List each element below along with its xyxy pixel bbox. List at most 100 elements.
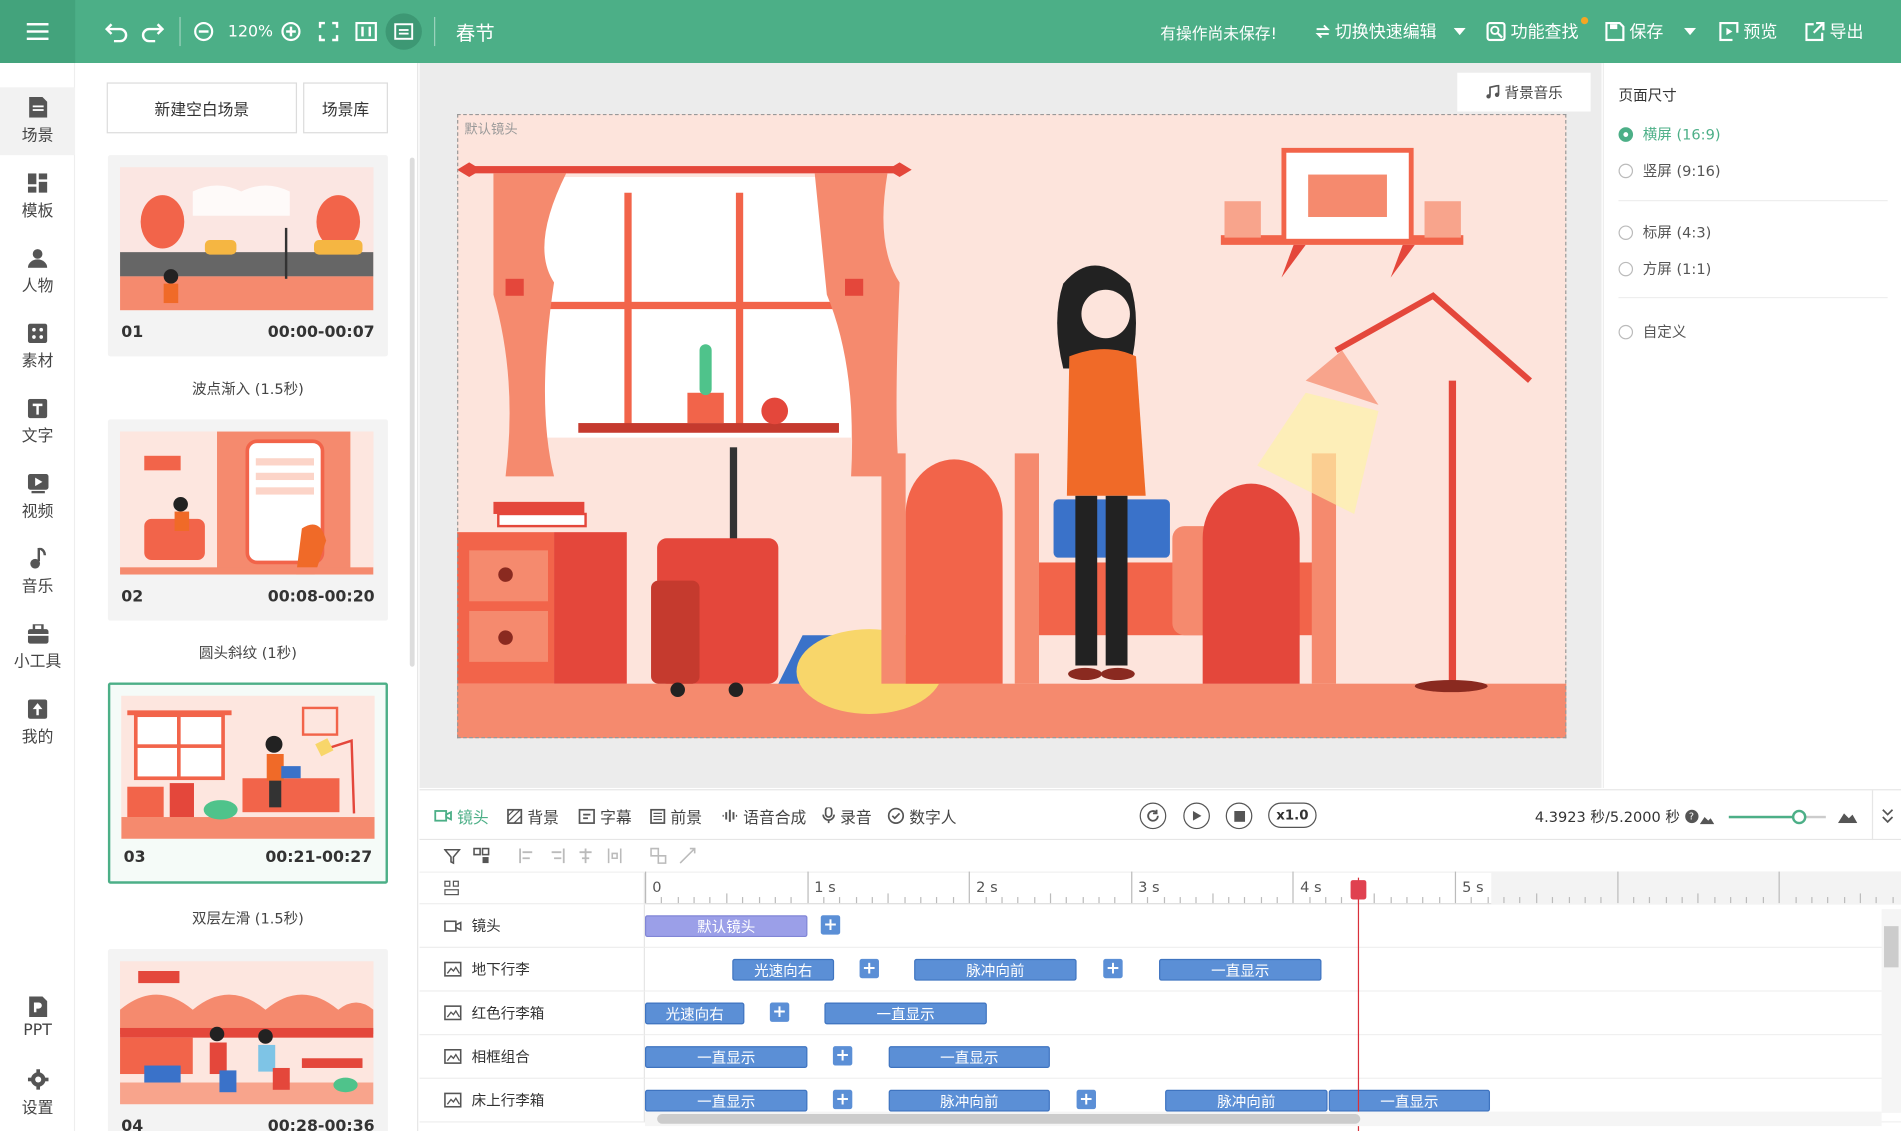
stack-up-icon[interactable]	[650, 847, 667, 864]
scene-card[interactable]: 02 00:08-00:20	[107, 419, 388, 621]
clip-animation[interactable]: 光速向右	[644, 1002, 745, 1025]
add-clip-button[interactable]: +	[1103, 958, 1123, 979]
clip-animation[interactable]: 一直显示	[1328, 1089, 1491, 1112]
playhead-handle[interactable]	[1350, 880, 1367, 900]
actual-size-button[interactable]	[355, 0, 377, 63]
timeline-horizontal-scrollbar[interactable]	[644, 1111, 1882, 1127]
save-dropdown[interactable]	[1683, 0, 1697, 63]
page-size-1-1-radio[interactable]: 方屏 (1:1)	[1618, 258, 1711, 279]
distribute-icon[interactable]	[606, 847, 623, 864]
save-button[interactable]: 保存	[1605, 0, 1663, 63]
zoom-in-timeline-icon[interactable]	[1837, 807, 1858, 828]
nav-item-material[interactable]: 素材	[0, 313, 75, 381]
track-header-lens[interactable]: 镜头	[419, 904, 645, 948]
tab-lens[interactable]: 镜头	[434, 790, 489, 841]
stage[interactable]: 默认镜头	[457, 113, 1567, 739]
new-blank-scene-button[interactable]: 新建空白场景	[106, 82, 298, 134]
quick-edit-switch[interactable]: 切换快速编辑	[1315, 0, 1437, 63]
align-center-icon[interactable]	[577, 847, 594, 864]
nav-item-ppt[interactable]: PPT	[0, 984, 75, 1052]
undo-button[interactable]	[104, 0, 128, 63]
nav-item-scene[interactable]: 场景	[0, 87, 76, 156]
track-header-frame-group[interactable]: 相框组合	[419, 1035, 645, 1079]
help-icon[interactable]: ?	[1684, 809, 1699, 823]
time-ruler[interactable]: 0 1 s 2 s 3 s 4 s 5 s	[644, 871, 1901, 905]
group-icon[interactable]	[473, 847, 490, 864]
menu-button[interactable]	[0, 0, 76, 64]
quick-edit-dropdown[interactable]	[1453, 0, 1466, 63]
stop-button[interactable]	[1225, 802, 1253, 830]
align-left-icon[interactable]	[519, 847, 536, 864]
scene-scrollbar[interactable]	[409, 157, 415, 667]
add-clip-button[interactable]: +	[832, 1089, 853, 1110]
clip-animation[interactable]: 一直显示	[824, 1002, 987, 1025]
add-clip-button[interactable]: +	[832, 1046, 853, 1066]
layers-icon[interactable]	[444, 880, 460, 896]
clip-default-lens[interactable]: 默认镜头	[644, 915, 808, 938]
scene-transition[interactable]: 双层左滑 (1.5秒)	[108, 908, 388, 929]
scene-card[interactable]: 04 00:28-00:36	[107, 949, 388, 1131]
tab-subtitle[interactable]: 字幕	[578, 790, 632, 841]
fullscreen-button[interactable]	[318, 0, 340, 63]
tab-background[interactable]: 背景	[507, 790, 559, 841]
slider-knob[interactable]	[1791, 809, 1806, 825]
scene-transition[interactable]: 波点渐入 (1.5秒)	[108, 378, 388, 399]
subtitle-mode-button[interactable]	[385, 0, 422, 63]
tab-tts[interactable]: 语音合成	[721, 790, 806, 841]
nav-item-video[interactable]: 视频	[0, 463, 75, 531]
nav-item-text[interactable]: 文字	[0, 388, 75, 456]
nav-item-settings[interactable]: 设置	[0, 1059, 75, 1127]
clip-animation[interactable]: 脉冲向前	[1165, 1089, 1328, 1112]
nav-item-music[interactable]: 音乐	[0, 538, 75, 606]
play-button[interactable]	[1183, 802, 1210, 830]
nav-item-person[interactable]: 人物	[0, 238, 75, 306]
page-size-custom-radio[interactable]: 自定义	[1618, 321, 1686, 342]
track-header-bed-suitcase[interactable]: 床上行李箱	[419, 1078, 645, 1123]
tab-digital-human[interactable]: 数字人	[887, 790, 957, 841]
scene-card[interactable]: 01 00:00-00:07	[107, 155, 388, 357]
page-size-4-3-radio[interactable]: 标屏 (4:3)	[1618, 222, 1711, 243]
scrollbar-thumb[interactable]	[657, 1114, 1361, 1124]
timeline-zoom-slider[interactable]	[1728, 809, 1826, 825]
zoom-out-button[interactable]	[193, 0, 215, 63]
zoom-in-button[interactable]	[280, 0, 302, 63]
clip-animation[interactable]: 脉冲向前	[888, 1089, 1050, 1112]
feature-search-button[interactable]: 功能查找	[1486, 0, 1579, 63]
filter-icon[interactable]	[443, 847, 461, 865]
export-button[interactable]: 导出	[1805, 0, 1863, 63]
add-clip-button[interactable]: +	[859, 958, 879, 979]
replay-button[interactable]	[1139, 802, 1167, 830]
collapse-timeline-button[interactable]	[1871, 790, 1901, 842]
add-clip-button[interactable]: +	[820, 915, 841, 935]
scrollbar-thumb[interactable]	[1884, 926, 1899, 968]
scene-library-button[interactable]: 场景库	[303, 82, 388, 134]
nav-item-template[interactable]: 模板	[0, 162, 75, 230]
add-clip-button[interactable]: +	[769, 1002, 790, 1022]
page-size-16-9-radio[interactable]: 横屏 (16:9)	[1618, 124, 1721, 145]
nav-item-mine[interactable]: 我的	[0, 689, 75, 757]
clip-animation[interactable]: 一直显示	[644, 1089, 808, 1112]
stack-down-icon[interactable]	[679, 847, 696, 864]
track-header-floor-luggage[interactable]: 地下行李	[419, 947, 645, 992]
timeline-vertical-scrollbar[interactable]	[1881, 909, 1901, 1113]
clip-animation[interactable]: 一直显示	[888, 1046, 1050, 1068]
scene-card-selected[interactable]: 03 00:21-00:27	[107, 682, 388, 884]
clip-animation[interactable]: 光速向右	[732, 958, 835, 981]
scene-transition[interactable]: 圆头斜纹 (1秒)	[108, 642, 388, 663]
clip-animation[interactable]: 一直显示	[1159, 958, 1322, 981]
nav-item-toolbox[interactable]: 小工具	[0, 613, 75, 681]
zoom-out-timeline-icon[interactable]	[1699, 810, 1715, 829]
align-right-icon[interactable]	[548, 847, 565, 864]
tab-foreground[interactable]: 前景	[650, 790, 702, 841]
playback-speed[interactable]: x1.0	[1268, 802, 1317, 828]
clip-animation[interactable]: 一直显示	[644, 1046, 808, 1068]
tab-record[interactable]: 录音	[822, 790, 872, 841]
clip-animation[interactable]: 脉冲向前	[914, 958, 1077, 981]
background-music-button[interactable]: 背景音乐	[1457, 72, 1591, 112]
track-header-red-suitcase[interactable]: 红色行李箱	[419, 991, 645, 1036]
preview-button[interactable]: 预览	[1719, 0, 1777, 63]
document-title[interactable]: 春节	[456, 0, 495, 63]
page-size-9-16-radio[interactable]: 竖屏 (9:16)	[1618, 160, 1721, 181]
add-clip-button[interactable]: +	[1076, 1089, 1096, 1110]
redo-button[interactable]	[141, 0, 165, 63]
